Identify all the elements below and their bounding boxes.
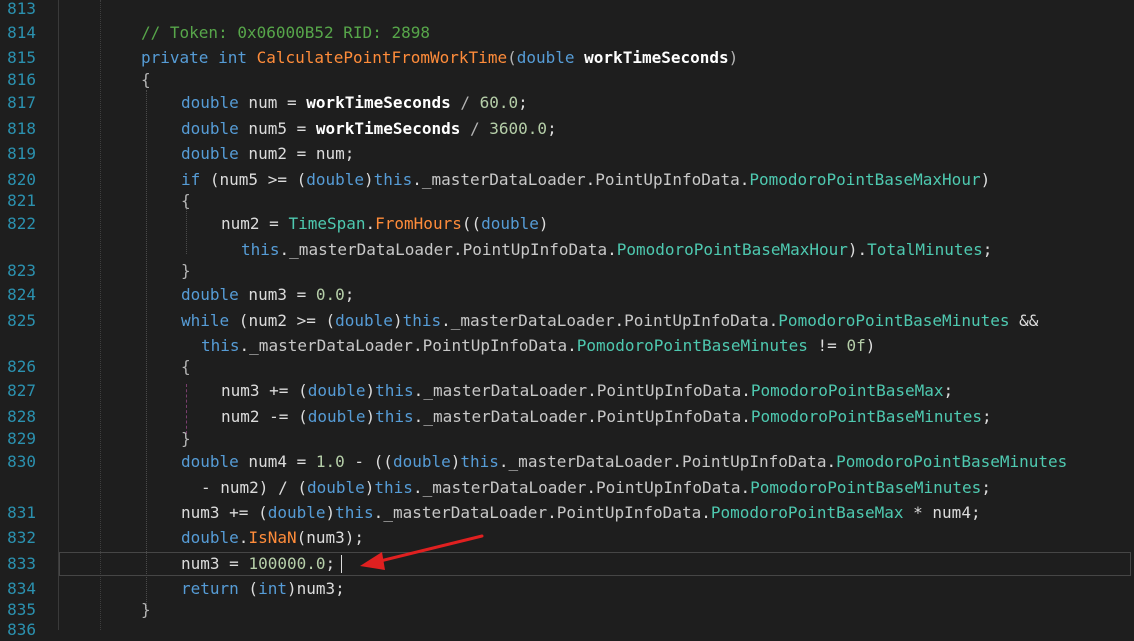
red-arrow-icon [360,534,484,570]
code-editor[interactable]: 813 814 815 816 817 818 819 820 821 822 … [0,0,1134,639]
